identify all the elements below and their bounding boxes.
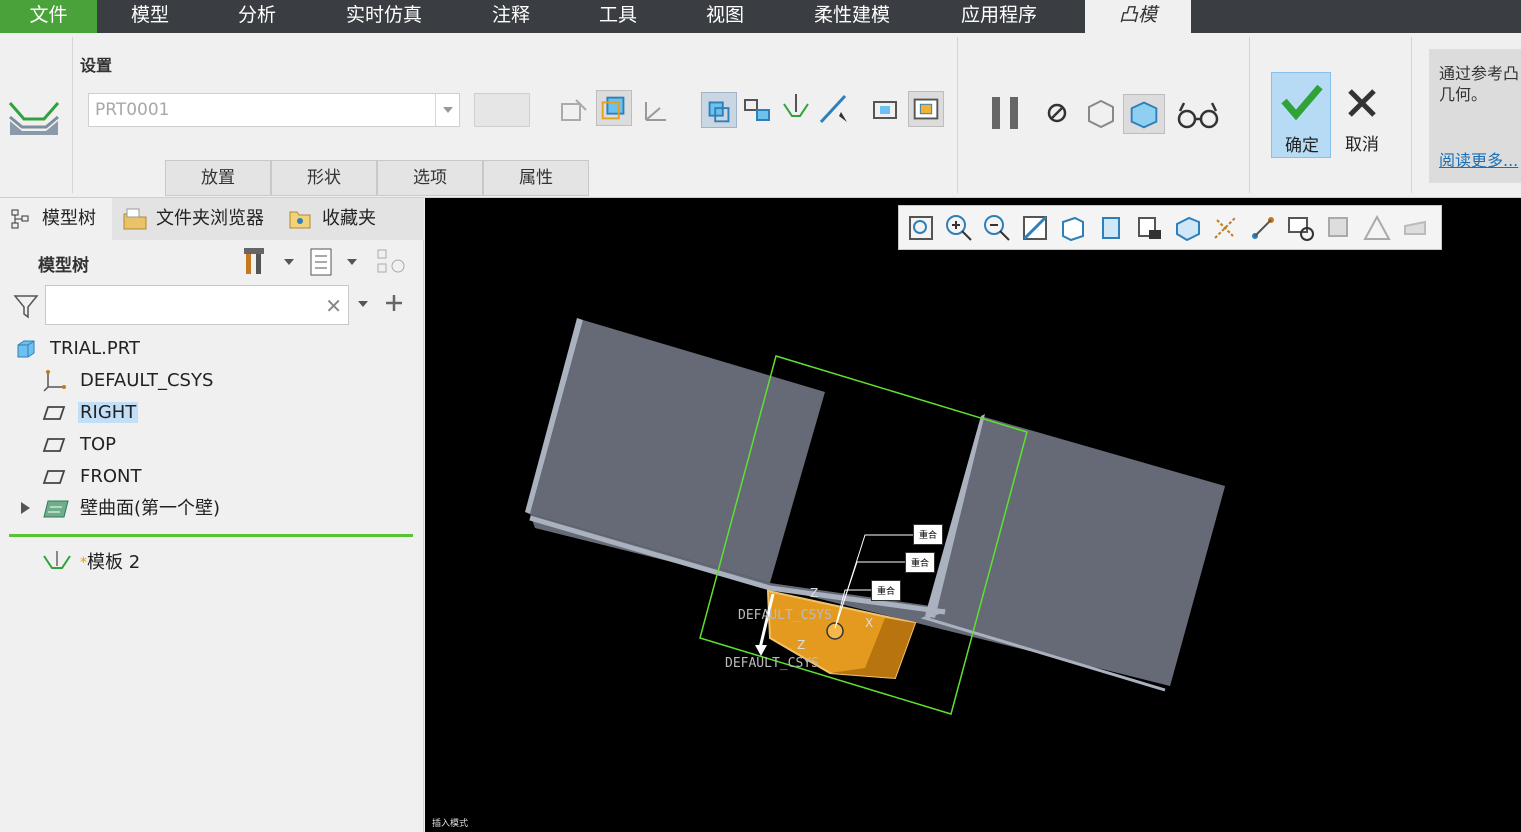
tree-filter-icon[interactable] <box>374 246 408 278</box>
datum-plane-icon <box>42 401 66 425</box>
subtab-placement[interactable]: 放置 <box>165 160 271 196</box>
sheet-metal-model <box>525 318 1225 715</box>
tab-favorites[interactable]: 收藏夹 <box>278 198 398 240</box>
structure-icon[interactable] <box>739 92 775 128</box>
chevron-down-icon[interactable] <box>435 94 459 126</box>
checkmark-icon <box>1281 84 1323 121</box>
favorites-folder-icon <box>289 211 311 229</box>
tab-model-tree[interactable]: 模型树 <box>0 198 112 240</box>
read-more-link[interactable]: 阅读更多... <box>1439 147 1518 171</box>
tab-model[interactable]: 模型 <box>100 0 200 33</box>
tree-item-template-2-label: 模板 2 <box>87 552 141 573</box>
tab-folder-browser-label: 文件夹浏览器 <box>156 208 264 229</box>
new-feature-star: * <box>80 555 87 571</box>
graphics-viewport[interactable]: 重合 重合 重合 DEFAULT_CSYS DEFAULT_CSYS Z Z X… <box>425 198 1521 832</box>
subtab-properties[interactable]: 属性 <box>483 160 589 196</box>
geometry-preview-icon[interactable] <box>1083 95 1119 131</box>
cancel-label: 取消 <box>1345 135 1379 155</box>
tab-tools[interactable]: 工具 <box>568 0 668 33</box>
tree-item-wall[interactable]: 壁曲面(第一个壁) <box>80 494 220 524</box>
preview-window-icon[interactable] <box>908 91 944 127</box>
punch-feature-icon <box>42 550 72 576</box>
axis-x-label: X <box>865 616 874 630</box>
tree-item-right-label: RIGHT <box>78 402 139 423</box>
subtab-shape[interactable]: 形状 <box>271 160 377 196</box>
close-icon <box>1348 89 1376 117</box>
csys-icon <box>42 369 66 393</box>
tree-item-default-csys[interactable]: DEFAULT_CSYS <box>80 366 213 396</box>
pause-icon[interactable] <box>988 95 1024 131</box>
search-input[interactable]: ✕ <box>45 285 349 325</box>
tree-settings-icon[interactable] <box>242 246 272 278</box>
tree-title: 模型树 <box>38 256 89 276</box>
tab-realtime-sim[interactable]: 实时仿真 <box>324 0 444 33</box>
tab-favorites-label: 收藏夹 <box>322 208 376 229</box>
tab-annotate[interactable]: 注释 <box>461 0 561 33</box>
open-part-button[interactable] <box>474 93 530 127</box>
tree-item-trial-prt[interactable]: TRIAL.PRT <box>50 334 140 364</box>
left-flange <box>530 320 825 583</box>
glasses-icon[interactable] <box>1176 99 1220 131</box>
part-icon <box>14 337 38 361</box>
model-tree-panel: 模型树 文件夹浏览器 收藏夹 模型树 ✕ TRIAL.PRT DEFAULT_C… <box>0 198 424 832</box>
wall-icon <box>42 497 70 521</box>
tab-analysis[interactable]: 分析 <box>207 0 307 33</box>
subtab-options[interactable]: 选项 <box>377 160 483 196</box>
tree-item-right[interactable]: RIGHT <box>78 398 139 428</box>
csys-ref-icon[interactable] <box>638 92 674 128</box>
reference-icon[interactable] <box>556 92 592 128</box>
constraint-tag[interactable]: 重合 <box>905 552 936 573</box>
datum-point-icon <box>826 622 844 640</box>
part-combo[interactable]: PRT0001 <box>88 93 460 127</box>
csys-label: DEFAULT_CSYS <box>725 656 819 671</box>
chevron-down-icon[interactable] <box>356 298 370 310</box>
part-combo-value: PRT0001 <box>95 100 170 120</box>
ribbon: 设置 PRT0001 确定 取消 通过参考凸 几何。 阅读更多... 放置 形状… <box>0 33 1521 198</box>
chevron-down-icon[interactable] <box>345 256 359 268</box>
copy-geometry-icon[interactable] <box>596 90 632 126</box>
settings-label: 设置 <box>80 56 113 75</box>
tab-view[interactable]: 视图 <box>675 0 775 33</box>
help-box: 通过参考凸 几何。 阅读更多... <box>1429 49 1521 183</box>
transform-icon[interactable] <box>701 92 737 128</box>
axis-z-label: Z <box>797 638 806 652</box>
ok-label: 确定 <box>1285 136 1319 156</box>
datum-plane-icon <box>42 465 66 489</box>
model-tree-icon <box>11 209 29 229</box>
filter-icon[interactable] <box>12 292 40 320</box>
folder-icon <box>123 208 147 230</box>
csys-label: DEFAULT_CSYS <box>738 608 832 623</box>
menu-bar: 文件 模型 分析 实时仿真 注释 工具 视图 柔性建模 应用程序 凸模 <box>0 0 1521 33</box>
tree-item-front[interactable]: FRONT <box>80 462 142 492</box>
insert-indicator <box>9 534 413 537</box>
tab-folder-browser[interactable]: 文件夹浏览器 <box>112 198 278 240</box>
constraint-tag[interactable]: 重合 <box>871 580 902 601</box>
tree-item-template-2[interactable]: *模板 2 <box>80 548 140 578</box>
datum-plane-icon <box>42 433 66 457</box>
constraint-tag[interactable]: 重合 <box>913 524 944 545</box>
tree-item-top[interactable]: TOP <box>80 430 116 460</box>
window-icon[interactable] <box>868 92 904 128</box>
chevron-down-icon[interactable] <box>282 256 296 268</box>
status-text: 插入模式 <box>432 819 469 829</box>
close-icon[interactable]: ✕ <box>325 294 342 318</box>
punch-direction-icon[interactable] <box>778 90 814 126</box>
tab-punch[interactable]: 凸模 <box>1085 0 1191 33</box>
tab-applications[interactable]: 应用程序 <box>939 0 1059 33</box>
punch-feature-icon <box>6 95 62 141</box>
tab-file[interactable]: 文件 <box>0 0 97 33</box>
tab-flexible-modeling[interactable]: 柔性建模 <box>792 0 912 33</box>
show-list-icon[interactable] <box>308 246 336 278</box>
flip-direction-icon[interactable] <box>815 90 851 126</box>
verify-preview-icon[interactable] <box>1123 94 1165 134</box>
no-preview-icon[interactable] <box>1043 99 1071 127</box>
axis-z-label: Z <box>810 586 819 600</box>
help-text: 通过参考凸 几何。 <box>1439 64 1520 104</box>
cancel-button[interactable]: 取消 <box>1332 72 1392 158</box>
tab-model-tree-label: 模型树 <box>42 208 96 229</box>
add-icon[interactable] <box>383 292 405 314</box>
expand-arrow-icon[interactable] <box>18 500 32 516</box>
ok-button[interactable]: 确定 <box>1271 72 1331 158</box>
